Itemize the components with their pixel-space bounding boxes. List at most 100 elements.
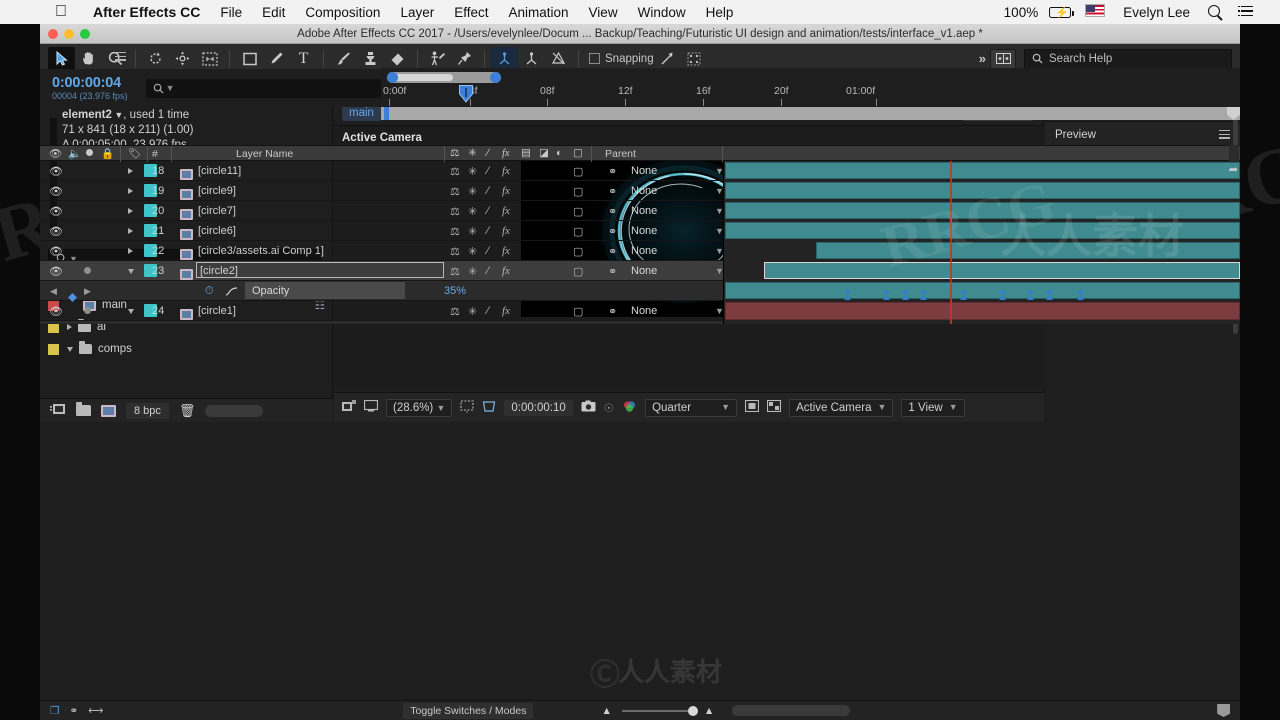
quality-icon[interactable]: ∕ [487,147,489,159]
shy-icon[interactable]: ⚖ [450,147,459,159]
layer-bar[interactable] [725,202,1240,219]
parent-header[interactable]: Parent [605,148,636,160]
keyframe-marker[interactable] [1077,287,1084,300]
layer-number-header[interactable]: # [152,148,158,160]
keyframe-marker[interactable] [999,287,1006,300]
new-comp-icon[interactable] [50,403,66,418]
graph-editor-set-icon[interactable] [225,281,238,301]
region-of-interest-toggle-icon[interactable] [745,399,760,415]
expand-triangle-icon[interactable] [128,228,133,234]
layer-bar[interactable] [725,182,1240,199]
layer-name[interactable]: [circle3/assets.ai Comp 1] [198,241,324,261]
expand-triangle-icon[interactable] [128,308,134,314]
expand-triangle-icon[interactable] [67,346,73,352]
zoom-button[interactable] [80,29,90,39]
panel-menu-icon[interactable] [115,52,127,61]
snapping-toggle[interactable]: Snapping [589,53,654,65]
video-toggle[interactable]: 👁 [49,221,63,241]
zoom-out-icon[interactable]: ▲ [601,705,611,717]
adjustment-layer-icon[interactable]: ◐ [556,147,562,159]
menu-app-name[interactable]: After Effects CC [83,4,210,20]
keyframe-marker[interactable] [883,287,890,300]
new-folder-icon[interactable] [76,402,91,416]
menu-item-composition[interactable]: Composition [295,5,390,20]
graph-editor-set-icon[interactable] [225,321,238,324]
3d-rotate-tool-icon[interactable] [518,47,545,71]
keyframe-marker[interactable] [1027,287,1034,300]
menu-item-effect[interactable]: Effect [444,5,498,20]
menu-item-animation[interactable]: Animation [499,5,579,20]
puppet-pin-tool-icon[interactable] [451,47,478,71]
snapping-arrow-icon[interactable] [654,47,681,71]
zoom-in-icon[interactable]: ▲ [704,705,714,717]
layer-name[interactable]: [circle1] [198,301,236,321]
layer-bar[interactable] [725,222,1240,239]
toggle-switches-modes-button[interactable]: Toggle Switches / Modes [403,702,534,719]
hand-tool-icon[interactable] [75,47,102,71]
pen-tool-icon[interactable] [263,47,290,71]
search-icon[interactable] [1208,4,1220,17]
parent-value[interactable]: None [631,201,657,221]
collapse-icon[interactable]: ✳ [468,147,477,159]
always-preview-icon[interactable] [363,399,379,415]
user-name-label[interactable]: Evelyn Lee [1114,5,1199,20]
toolbar-overflow-button[interactable]: » [979,51,986,66]
parent-value[interactable]: None [631,181,657,201]
minimize-button[interactable] [64,29,74,39]
video-toggle[interactable]: 👁 [49,301,63,321]
video-toggle[interactable]: 👁 [49,241,63,261]
solo-toggle[interactable] [84,267,91,274]
property-value[interactable]: 0% [444,321,460,324]
menu-item-help[interactable]: Help [696,5,744,20]
next-keyframe-icon[interactable]: ▶ [84,321,91,324]
audio-toggle-icon[interactable]: 🔈 [68,147,81,160]
show-channel-icon[interactable] [622,400,637,416]
notification-center-icon[interactable] [1238,5,1253,17]
parent-value[interactable]: None [631,161,657,181]
apple-icon[interactable]:  [55,4,67,20]
label-swatch[interactable] [48,343,59,355]
video-toggle[interactable]: 👁 [49,181,63,201]
expand-triangle-icon[interactable] [128,268,134,274]
timeline-hscrollbar[interactable] [732,705,851,716]
menu-item-window[interactable]: Window [628,5,696,20]
solo-toggle-icon[interactable] [86,149,93,156]
resolution-select[interactable]: Quarter ▼ [645,398,738,417]
label-column-icon[interactable]: 🏷 [128,147,141,160]
parent-value[interactable]: None [631,261,657,281]
layer-name[interactable]: [circle9] [198,181,236,201]
roto-brush-tool-icon[interactable] [424,47,451,71]
workspace-switcher-icon[interactable] [990,48,1016,69]
timeline-ruler[interactable]: 0:00f 04f 08f 12f 16f 20f 01:00f [381,68,1240,120]
expand-triangle-icon[interactable] [128,208,133,214]
region-of-interest-icon[interactable] [196,47,223,71]
stopwatch-icon[interactable]: ⏱ [205,281,214,301]
keyframe-marker[interactable] [844,287,851,300]
show-snapshot-icon[interactable]: ☉ [604,401,614,415]
layer-bar[interactable] [725,302,1240,320]
comp-marker-icon[interactable]: ➦ [1229,163,1238,176]
list-item[interactable]: comps [40,338,333,360]
layer-name[interactable]: [circle2] [200,261,238,281]
timeline-scrollbar[interactable] [1229,145,1239,161]
expand-triangle-icon[interactable] [128,188,133,194]
region-of-interest-icon[interactable] [482,400,496,416]
take-snapshot-icon[interactable] [581,400,596,415]
menu-item-layer[interactable]: Layer [390,5,444,20]
layer-bar[interactable] [725,162,1240,179]
camera-view-select[interactable]: Active Camera ▼ [789,398,894,417]
3d-axis-tool-icon[interactable] [491,46,518,71]
snapping-grid-icon[interactable] [681,47,708,71]
3d-pan-tool-icon[interactable] [545,47,572,71]
parent-value[interactable]: None [631,221,657,241]
expand-triangle-icon[interactable] [128,248,133,254]
view-layout-select[interactable]: 1 View ▼ [901,398,965,417]
zoom-level-select[interactable]: (28.6%) ▼ [386,398,453,417]
project-footer-slider[interactable] [205,404,264,417]
layer-bar-selected[interactable] [764,262,1240,279]
shape-tool-icon[interactable] [236,47,263,71]
timeline-resize-grip[interactable] [1217,704,1230,717]
expand-triangle-icon[interactable] [67,324,72,330]
keyframe-marker[interactable] [902,287,909,300]
work-area-bar[interactable] [387,72,501,83]
